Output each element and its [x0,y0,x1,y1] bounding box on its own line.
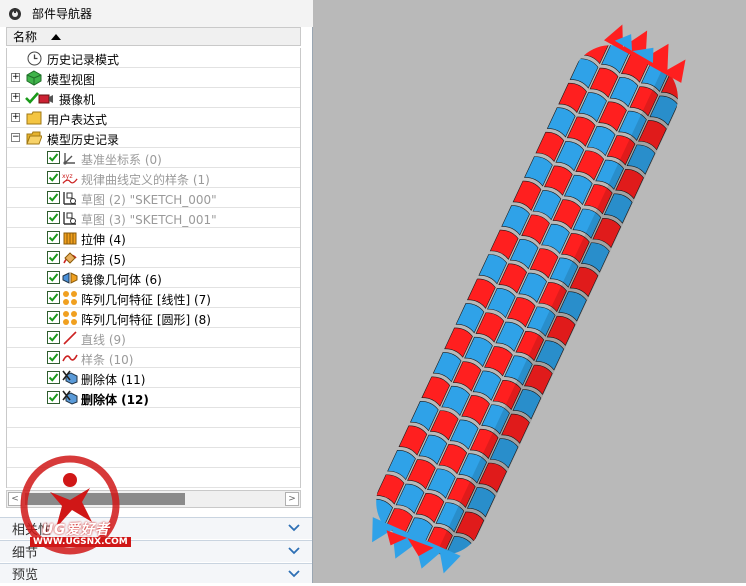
sketch-icon [62,190,78,206]
extrude-icon [62,230,78,246]
chevron-down-icon[interactable] [288,522,300,537]
watermark-brand: UG爱好者 [42,522,110,538]
tree-item-extrude[interactable]: 拉伸 (4) [7,228,300,248]
line-icon [62,330,78,346]
tree-item-sketch-000[interactable]: 草图 (2) "SKETCH_000" [7,188,300,208]
tree-item-sweep[interactable]: 扫掠 (5) [7,248,300,268]
chevron-down-icon[interactable] [288,568,300,583]
section-preview[interactable]: 预览 [0,563,312,583]
tree-item-label: 模型视图 [47,73,96,87]
visibility-checkbox[interactable] [47,231,60,244]
tree-item-label: 模型历史记录 [47,133,120,147]
visibility-checkbox[interactable] [47,291,60,304]
chevron-down-icon[interactable] [288,545,300,560]
datum-csys-icon [62,150,78,166]
tree-item-label: 草图 (3) "SKETCH_001" [81,213,217,227]
tree-item-pattern-circular[interactable]: 阵列几何特征 [圆形] (8) [7,308,300,328]
delete-body-icon [62,370,78,386]
tree-item-label: 草图 (2) "SKETCH_000" [81,193,217,207]
clock-icon [26,50,42,66]
tree-item-label: 样条 (10) [81,353,134,367]
pattern-geometry-icon [62,290,78,306]
visibility-checkbox[interactable] [47,171,60,184]
scroll-right-icon[interactable]: > [285,492,299,506]
model-views-icon [26,70,42,86]
tree-item-pattern-linear[interactable]: 阵列几何特征 [线性] (7) [7,288,300,308]
tree-empty-row [7,408,300,428]
tree-item-label: 基准坐标系 (0) [81,153,162,167]
visibility-checkbox[interactable] [47,351,60,364]
spline-icon [62,350,78,366]
feature-tree: 历史记录模式 + 模型视图 + 摄像机 + 用户表达式 − 模型历史记录 基准坐… [6,48,301,488]
tree-item-label: 删除体 (12) [81,393,149,407]
visibility-checkbox[interactable] [47,211,60,224]
section-label: 预览 [12,568,39,583]
watermark-url: WWW.UGSNX.COM [30,537,131,547]
woven-tube-model [364,24,691,574]
tree-item-delete-body-12[interactable]: 删除体 (12) [7,388,300,408]
navigator-title: 部件导航器 [32,7,93,21]
tree-item-label: 阵列几何特征 [线性] (7) [81,293,211,307]
tree-item-label: 拉伸 (4) [81,233,126,247]
graphics-viewport[interactable] [313,0,746,583]
expand-icon[interactable]: + [11,113,20,122]
tree-item-cameras[interactable]: + 摄像机 [7,88,300,108]
tree-item-label: 规律曲线定义的样条 (1) [81,173,210,187]
tree-item-law-spline[interactable]: xyz 规律曲线定义的样条 (1) [7,168,300,188]
law-curve-icon: xyz [62,170,78,186]
expand-icon[interactable]: + [11,73,20,82]
part-navigator-panel: 部件导航器 名称 历史记录模式 + 模型视图 + 摄像机 + 用户表达式 − 模… [0,0,313,583]
tree-item-sketch-001[interactable]: 草图 (3) "SKETCH_001" [7,208,300,228]
pattern-geometry-icon [62,310,78,326]
tree-item-user-expressions[interactable]: + 用户表达式 [7,108,300,128]
tree-item-datum-csys[interactable]: 基准坐标系 (0) [7,148,300,168]
tree-item-label: 历史记录模式 [47,53,120,67]
navigator-titlebar: 部件导航器 [0,0,313,27]
tree-item-label: 直线 (9) [81,333,126,347]
expand-icon[interactable]: + [11,93,20,102]
camera-icon [38,90,54,106]
visibility-checkbox[interactable] [47,271,60,284]
visibility-checkbox[interactable] [47,331,60,344]
sweep-icon [62,250,78,266]
tree-item-model-views[interactable]: + 模型视图 [7,68,300,88]
visibility-checkbox[interactable] [47,191,60,204]
sketch-icon [62,210,78,226]
tree-item-label: 阵列几何特征 [圆形] (8) [81,313,211,327]
weave-pattern [364,33,691,568]
collapse-icon[interactable]: − [11,133,20,142]
visibility-checkbox[interactable] [47,251,60,264]
column-header-label: 名称 [13,30,38,44]
delete-body-icon [62,390,78,406]
tree-item-mirror-geometry[interactable]: 镜像几何体 (6) [7,268,300,288]
tree-item-label: 扫掠 (5) [81,253,126,267]
tree-item-label: 镜像几何体 (6) [81,273,162,287]
tree-item-spline[interactable]: 样条 (10) [7,348,300,368]
visibility-checkbox[interactable] [47,371,60,384]
tree-item-label: 删除体 (11) [81,373,146,387]
svg-text:xyz: xyz [62,173,73,180]
visibility-checkbox[interactable] [47,151,60,164]
column-header-name[interactable]: 名称 [6,27,301,46]
tree-item-label: 摄像机 [59,93,96,107]
mirror-geometry-icon [62,270,78,286]
navigator-icon [8,7,22,21]
tree-empty-row [7,428,300,448]
tree-item-model-history[interactable]: − 模型历史记录 [7,128,300,148]
tree-item-delete-body-11[interactable]: 删除体 (11) [7,368,300,388]
visibility-checkbox[interactable] [47,311,60,324]
folder-icon [26,110,42,126]
tree-item-history-mode[interactable]: 历史记录模式 [7,48,300,68]
tree-item-label: 用户表达式 [47,113,108,127]
tree-item-line[interactable]: 直线 (9) [7,328,300,348]
sort-ascending-icon [51,33,62,40]
visibility-checkbox[interactable] [47,391,60,404]
open-folder-icon [26,130,42,146]
